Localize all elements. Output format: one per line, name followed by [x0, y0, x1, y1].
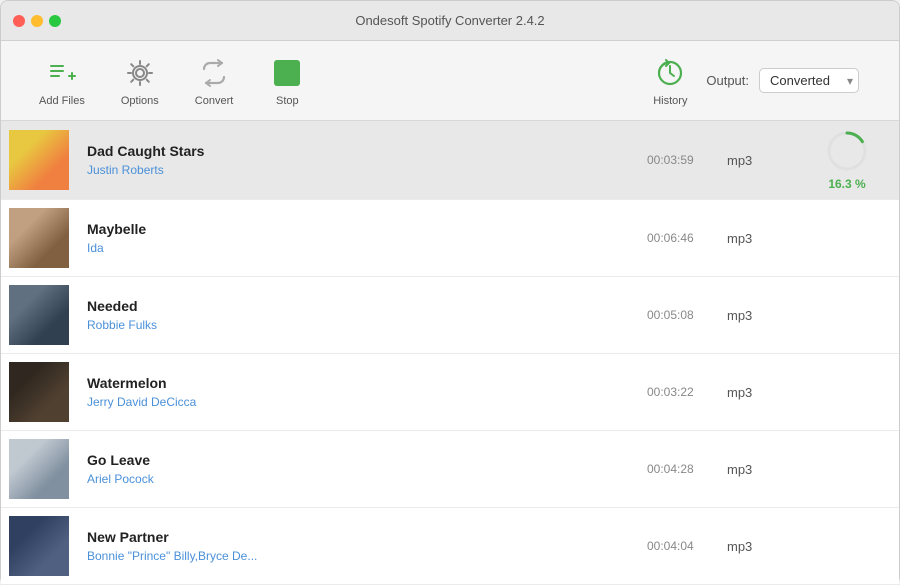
- gear-icon: [122, 55, 158, 91]
- track-progress: 16.3 %: [807, 129, 887, 191]
- add-files-button[interactable]: Add Files: [21, 55, 103, 107]
- track-meta: Dad Caught Stars Justin Roberts 00:03:59: [87, 143, 707, 177]
- history-icon: [652, 55, 688, 91]
- track-title: Dad Caught Stars: [87, 143, 627, 159]
- track-duration: 00:05:08: [647, 308, 707, 322]
- track-title: New Partner: [87, 529, 627, 545]
- toolbar: Add Files Options Convert Stop: [1, 41, 899, 121]
- track-duration: 00:04:28: [647, 462, 707, 476]
- track-artist: Justin Roberts: [87, 163, 627, 177]
- close-button[interactable]: [13, 15, 25, 27]
- track-artist: Jerry David DeCicca: [87, 395, 627, 409]
- track-thumbnail: [9, 516, 69, 576]
- stop-icon: [269, 55, 305, 91]
- track-right: mp3: [707, 231, 887, 246]
- track-title: Needed: [87, 298, 627, 314]
- track-meta: Watermelon Jerry David DeCicca 00:03:22: [87, 375, 707, 409]
- track-format: mp3: [727, 539, 787, 554]
- track-thumbnail: [9, 208, 69, 268]
- output-label: Output:: [706, 73, 749, 88]
- track-row[interactable]: Watermelon Jerry David DeCicca 00:03:22 …: [1, 354, 899, 431]
- convert-icon: [196, 55, 232, 91]
- track-info: New Partner Bonnie "Prince" Billy,Bryce …: [87, 529, 627, 563]
- track-list: Dad Caught Stars Justin Roberts 00:03:59…: [1, 121, 899, 586]
- add-files-icon: [44, 55, 80, 91]
- track-percent: 16.3 %: [828, 177, 865, 191]
- history-label: History: [653, 95, 687, 107]
- convert-button[interactable]: Convert: [177, 55, 252, 107]
- track-duration: 00:04:04: [647, 539, 707, 553]
- track-duration: 00:06:46: [647, 231, 707, 245]
- track-title: Maybelle: [87, 221, 627, 237]
- track-format: mp3: [727, 462, 787, 477]
- track-right: mp3: [707, 462, 887, 477]
- stop-label: Stop: [276, 95, 299, 107]
- track-artist: Ariel Pocock: [87, 472, 627, 486]
- track-row[interactable]: Dad Caught Stars Justin Roberts 00:03:59…: [1, 121, 899, 200]
- history-button[interactable]: History: [634, 55, 706, 107]
- track-info: Go Leave Ariel Pocock: [87, 452, 627, 486]
- track-right: mp3 16.3 %: [707, 129, 887, 191]
- track-thumbnail: [9, 439, 69, 499]
- track-row[interactable]: New Partner Bonnie "Prince" Billy,Bryce …: [1, 508, 899, 585]
- track-artist: Ida: [87, 241, 627, 255]
- track-right: mp3: [707, 308, 887, 323]
- track-row[interactable]: Needed Robbie Fulks 00:05:08 mp3: [1, 277, 899, 354]
- track-meta: Go Leave Ariel Pocock 00:04:28: [87, 452, 707, 486]
- track-meta: Maybelle Ida 00:06:46: [87, 221, 707, 255]
- track-right: mp3: [707, 539, 887, 554]
- track-info: Dad Caught Stars Justin Roberts: [87, 143, 627, 177]
- options-button[interactable]: Options: [103, 55, 177, 107]
- track-format: mp3: [727, 231, 787, 246]
- title-bar: Ondesoft Spotify Converter 2.4.2: [1, 1, 899, 41]
- track-thumbnail: [9, 285, 69, 345]
- options-label: Options: [121, 95, 159, 107]
- stop-button[interactable]: Stop: [251, 55, 323, 107]
- track-info: Maybelle Ida: [87, 221, 627, 255]
- track-info: Needed Robbie Fulks: [87, 298, 627, 332]
- track-meta: Needed Robbie Fulks 00:05:08: [87, 298, 707, 332]
- track-title: Watermelon: [87, 375, 627, 391]
- track-title: Go Leave: [87, 452, 627, 468]
- track-thumbnail: [9, 130, 69, 190]
- track-format: mp3: [727, 308, 787, 323]
- track-artist: Robbie Fulks: [87, 318, 627, 332]
- track-duration: 00:03:59: [647, 153, 707, 167]
- track-duration: 00:03:22: [647, 385, 707, 399]
- output-dropdown-wrap[interactable]: Converted Desktop Documents Downloads: [759, 68, 859, 93]
- maximize-button[interactable]: [49, 15, 61, 27]
- track-thumbnail: [9, 362, 69, 422]
- add-files-label: Add Files: [39, 95, 85, 107]
- track-right: mp3: [707, 385, 887, 400]
- minimize-button[interactable]: [31, 15, 43, 27]
- track-meta: New Partner Bonnie "Prince" Billy,Bryce …: [87, 529, 707, 563]
- output-area: Output: Converted Desktop Documents Down…: [706, 68, 859, 93]
- window-controls: [13, 15, 61, 27]
- track-format: mp3: [727, 153, 787, 168]
- convert-label: Convert: [195, 95, 234, 107]
- track-row[interactable]: Maybelle Ida 00:06:46 mp3: [1, 200, 899, 277]
- track-info: Watermelon Jerry David DeCicca: [87, 375, 627, 409]
- track-row[interactable]: Go Leave Ariel Pocock 00:04:28 mp3: [1, 431, 899, 508]
- window-title: Ondesoft Spotify Converter 2.4.2: [355, 13, 544, 28]
- track-format: mp3: [727, 385, 787, 400]
- output-dropdown[interactable]: Converted Desktop Documents Downloads: [759, 68, 859, 93]
- track-artist: Bonnie "Prince" Billy,Bryce De...: [87, 549, 627, 563]
